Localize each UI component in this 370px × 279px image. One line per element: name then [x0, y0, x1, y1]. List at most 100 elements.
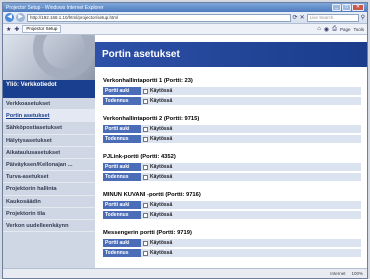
title-bar: Projector Setup - Windows Internet Explo…	[3, 3, 367, 12]
enable-label: Käytössä	[150, 136, 173, 142]
enable-label: Käytössä	[150, 88, 173, 94]
url-input[interactable]: http://192.168.1.10/html/projector/setup…	[27, 13, 291, 22]
setting-row: Todennus Käytössä	[103, 135, 361, 143]
page-content: Yliö: Verkkotiedot Verkkoasetukset Portin…	[3, 35, 367, 270]
setting-label: Todennus	[103, 97, 141, 105]
setting-label: Todennus	[103, 135, 141, 143]
page-title: Portin asetukset	[95, 42, 367, 67]
sidebar-item[interactable]: Kaukosäädin	[3, 196, 95, 208]
setting-value: Käytössä	[141, 125, 361, 133]
setting-row: Todennus Käytössä	[103, 173, 361, 181]
zoom-level[interactable]: 100%	[351, 269, 363, 278]
setting-label: Portti auki	[103, 125, 141, 133]
setting-row: Portti auki Käytössä	[103, 201, 361, 209]
status-zone: Internet	[330, 271, 346, 276]
forward-arrow-icon[interactable]: ▶	[16, 13, 25, 22]
port-sections: Verkonhallintaportti 1 (Portti: 23) Portt…	[95, 77, 367, 257]
minimize-button[interactable]: _	[332, 4, 341, 11]
setting-label: Todennus	[103, 211, 141, 219]
browser-window: Projector Setup - Windows Internet Explo…	[2, 2, 368, 279]
sidebar-item[interactable]: Hälytysasetukset	[3, 135, 95, 147]
setting-row: Portti auki Käytössä	[103, 239, 361, 247]
sidebar-item[interactable]: Projektorin tila	[3, 208, 95, 220]
section-title: Messengerin portti (Portti: 9719)	[103, 230, 192, 236]
enable-checkbox[interactable]	[143, 136, 148, 142]
setting-row: Portti auki Käytössä	[103, 163, 361, 171]
setting-row: Todennus Käytössä	[103, 97, 361, 105]
sidebar-item[interactable]: Projektorin hallinta	[3, 183, 95, 196]
sidebar-logo-graphic	[3, 35, 95, 80]
address-bar: ◀ ▶ http://192.168.1.10/html/projector/s…	[3, 12, 367, 24]
enable-checkbox[interactable]	[143, 98, 148, 104]
setting-label: Todennus	[103, 249, 141, 257]
home-icon[interactable]: ⌂	[317, 26, 321, 32]
sidebar-item[interactable]: Turva-asetukset	[3, 171, 95, 184]
sidebar-item[interactable]: Päiväyksen/Kellonajan ...	[3, 159, 95, 172]
enable-label: Käytössä	[150, 240, 173, 246]
setting-row: Portti auki Käytössä	[103, 125, 361, 133]
add-favorites-icon[interactable]: ✚	[14, 26, 19, 33]
setting-row: Portti auki Käytössä	[103, 87, 361, 95]
sidebar-item[interactable]: Verkon uudelleenkäynn	[3, 220, 95, 233]
section-title: Verkonhallintaportti 2 (Portti: 9715)	[103, 116, 200, 122]
sidebar-item[interactable]: Portin asetukset	[3, 110, 95, 123]
setting-value: Käytössä	[141, 163, 361, 171]
favorites-star-icon[interactable]: ★	[6, 26, 11, 33]
feeds-icon[interactable]: ◉	[324, 26, 329, 33]
print-icon[interactable]: ⎙	[332, 26, 337, 33]
section-title: Verkonhallintaportti 1 (Portti: 23)	[103, 78, 193, 84]
sidebar-item[interactable]: Aikataulusasetukset	[3, 147, 95, 159]
enable-label: Käytössä	[150, 164, 173, 170]
enable-checkbox[interactable]	[143, 240, 148, 246]
setting-value: Käytössä	[141, 135, 361, 143]
back-arrow-icon[interactable]: ◀	[5, 13, 14, 22]
enable-label: Käytössä	[150, 212, 173, 218]
enable-checkbox[interactable]	[143, 174, 148, 180]
enable-checkbox[interactable]	[143, 164, 148, 170]
enable-label: Käytössä	[150, 250, 173, 256]
setting-label: Portti auki	[103, 87, 141, 95]
sidebar-menu: Verkkoasetukset Portin asetukset Sähköpost…	[3, 98, 95, 233]
search-icon[interactable]: ⚲	[361, 14, 365, 21]
maximize-button[interactable]: □	[342, 4, 351, 11]
section-title: MINUN KUVANI -portti (Portti: 9716)	[103, 192, 201, 198]
setting-value: Käytössä	[141, 97, 361, 105]
tools-menu[interactable]: Tools	[353, 27, 364, 32]
enable-checkbox[interactable]	[143, 126, 148, 132]
setting-value: Käytössä	[141, 173, 361, 181]
enable-checkbox[interactable]	[143, 202, 148, 208]
main-panel: Portin asetukset Verkonhallintaportti 1 …	[95, 35, 367, 270]
enable-label: Käytössä	[150, 126, 173, 132]
setting-value: Käytössä	[141, 211, 361, 219]
sidebar-item[interactable]: Verkkoasetukset	[3, 98, 95, 111]
setting-row: Todennus Käytössä	[103, 211, 361, 219]
port-section: MINUN KUVANI -portti (Portti: 9716) Portt…	[103, 191, 361, 219]
enable-checkbox[interactable]	[143, 88, 148, 94]
sidebar-item[interactable]: Sähköpostiasetukset	[3, 122, 95, 135]
tab-projector-setup[interactable]: Projector Setup	[22, 25, 62, 33]
sidebar-heading: Yliö: Verkkotiedot	[3, 80, 95, 98]
setting-value: Käytössä	[141, 239, 361, 247]
search-input[interactable]: Live Search	[306, 13, 359, 22]
setting-label: Todennus	[103, 173, 141, 181]
stop-icon[interactable]: ✕	[300, 14, 305, 21]
window-title: Projector Setup - Windows Internet Explo…	[6, 4, 104, 11]
status-bar: Internet 100%	[3, 268, 367, 278]
setting-row: Todennus Käytössä	[103, 249, 361, 257]
setting-label: Portti auki	[103, 239, 141, 247]
sidebar: Yliö: Verkkotiedot Verkkoasetukset Portin…	[3, 35, 95, 270]
port-section: Verkonhallintaportti 2 (Portti: 9715) Por…	[103, 115, 361, 143]
close-button[interactable]: ✕	[352, 4, 364, 11]
setting-value: Käytössä	[141, 249, 361, 257]
enable-checkbox[interactable]	[143, 212, 148, 218]
enable-label: Käytössä	[150, 98, 173, 104]
enable-label: Käytössä	[150, 174, 173, 180]
enable-checkbox[interactable]	[143, 250, 148, 256]
setting-label: Portti auki	[103, 163, 141, 171]
refresh-icon[interactable]: ⟳	[293, 14, 298, 21]
setting-value: Käytössä	[141, 201, 361, 209]
favorites-bar: ★ ✚ Projector Setup ⌂ ◉ ⎙ Page Tools	[3, 24, 367, 35]
setting-label: Portti auki	[103, 201, 141, 209]
page-menu[interactable]: Page	[340, 27, 351, 32]
section-title: PJLink-portti (Portti: 4352)	[103, 154, 176, 160]
